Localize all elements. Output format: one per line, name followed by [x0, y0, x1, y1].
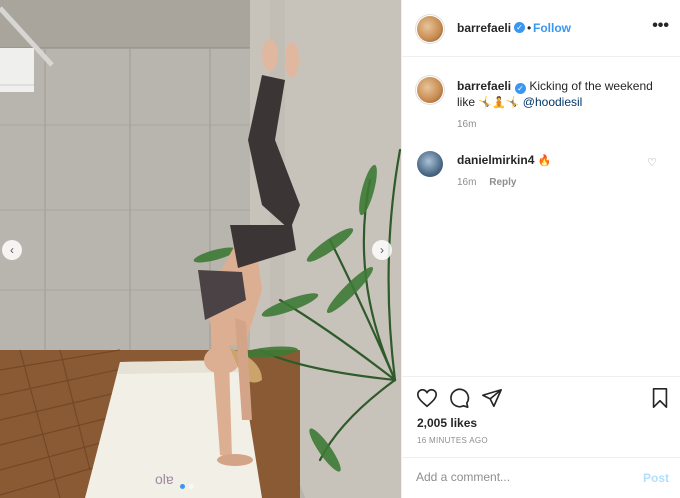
caption-body: barrefaeli ✓ Kicking of the weekend like …: [457, 78, 657, 111]
carousel-dot: [189, 484, 194, 489]
caption-mention-link[interactable]: @hoodiesil: [523, 95, 583, 109]
post-side-panel: barrefaeli ✓ • Follow ••• barrefaeli ✓ Ki…: [401, 0, 680, 498]
like-comment-heart-icon[interactable]: ♡: [647, 156, 657, 169]
commenter-avatar[interactable]: [417, 151, 443, 177]
comment-body: danielmirkin4 🔥: [457, 152, 657, 169]
commenter-username[interactable]: danielmirkin4: [457, 153, 534, 167]
heart-icon[interactable]: [416, 387, 438, 409]
likes-count[interactable]: 2,005 likes: [417, 416, 477, 430]
reply-button[interactable]: Reply: [489, 177, 516, 188]
chevron-left-icon: ‹: [10, 243, 14, 257]
carousel-indicator: [180, 484, 194, 489]
carousel-dot: [180, 484, 185, 489]
bookmark-icon[interactable]: [649, 387, 671, 409]
caption-time: 16m: [457, 119, 477, 130]
post-photo[interactable]: olɐ ‹ ›: [0, 0, 401, 498]
author-avatar[interactable]: [417, 16, 443, 42]
more-options-icon[interactable]: •••: [652, 17, 669, 35]
post-timestamp: 16 MINUTES AGO: [417, 436, 488, 445]
add-comment-bar: Post: [402, 457, 680, 498]
follow-button[interactable]: Follow: [533, 21, 571, 35]
caption-text-cont: like: [457, 95, 476, 109]
comment-icon[interactable]: [448, 387, 470, 409]
verified-badge-icon: ✓: [515, 83, 527, 94]
caption-avatar[interactable]: [417, 77, 443, 103]
svg-text:olɐ: olɐ: [155, 471, 174, 487]
comment-meta: 16m Reply: [457, 177, 516, 188]
add-comment-input[interactable]: [416, 470, 626, 484]
header-separator: •: [527, 21, 532, 35]
caption-username[interactable]: barrefaeli: [457, 79, 511, 93]
next-photo-button[interactable]: ›: [372, 240, 392, 260]
post-actions: 2,005 likes 16 MINUTES AGO Post: [402, 376, 680, 498]
yoga-handstand-image: olɐ: [0, 0, 401, 498]
comment-time: 16m: [457, 177, 477, 188]
previous-photo-button[interactable]: ‹: [2, 240, 22, 260]
post-header: barrefaeli ✓ • Follow •••: [402, 0, 680, 57]
comment-text: 🔥: [537, 154, 552, 167]
caption-emojis: 🤸🧘🤸: [478, 96, 520, 109]
verified-badge-icon: ✓: [514, 22, 525, 33]
chevron-right-icon: ›: [380, 243, 384, 257]
caption-text: Kicking of the weekend: [529, 79, 653, 93]
post-comment-button[interactable]: Post: [643, 471, 669, 485]
share-icon[interactable]: [481, 387, 503, 409]
author-username[interactable]: barrefaeli: [457, 21, 511, 35]
